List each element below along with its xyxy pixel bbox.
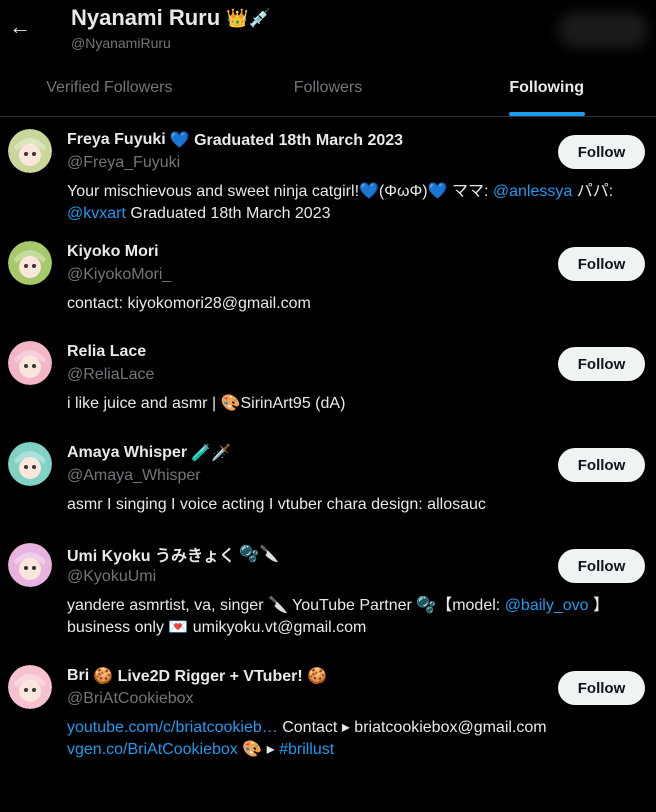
bio-text: Contact ▸ briatcookiebox@gmail.com xyxy=(277,719,547,736)
back-arrow-icon[interactable]: ← xyxy=(8,10,32,44)
follow-button[interactable]: Follow xyxy=(558,549,645,583)
bio-text: Graduated 18th March 2023 xyxy=(125,205,331,222)
follow-button[interactable]: Follow xyxy=(558,247,645,281)
bio-text: Your mischievous and sweet ninja catgirl… xyxy=(67,183,493,200)
user-display-name[interactable]: Relia Lace xyxy=(67,343,146,361)
avatar[interactable] xyxy=(8,341,52,385)
user-display-name[interactable]: Umi Kyoku うみきょく xyxy=(67,542,235,566)
follow-button[interactable]: Follow xyxy=(558,135,645,169)
user-handle[interactable]: @Amaya_Whisper xyxy=(67,464,640,488)
avatar[interactable] xyxy=(8,129,52,173)
follow-button[interactable]: Follow xyxy=(558,347,645,381)
user-row[interactable]: Bri 🍪 Live2D Rigger + VTuber! 🍪 @BriAtCook… xyxy=(0,653,656,793)
user-name-suffix: 🍪 Live2D Rigger + VTuber! 🍪 xyxy=(93,668,328,685)
page-title: Nyanami Ruru 👑💉 xyxy=(71,3,271,33)
bio-text: 🎨 ▸ xyxy=(237,741,280,758)
title-emoji: 👑💉 xyxy=(226,8,271,28)
user-name-suffix: 💙 Graduated 18th March 2023 xyxy=(169,132,404,149)
bio-link[interactable]: #brillust xyxy=(279,741,334,758)
profile-name: Nyanami Ruru xyxy=(71,5,221,30)
bio-link[interactable]: @baily_ovo xyxy=(505,597,589,614)
top-header: ← Nyanami Ruru 👑💉 @NyanamiRuru xyxy=(0,0,656,60)
user-name-line[interactable]: Bri 🍪 Live2D Rigger + VTuber! 🍪 xyxy=(67,665,640,687)
user-bio: contact: kiyokomori28@gmail.com xyxy=(67,293,640,315)
user-handle[interactable]: @BriAtCookiebox xyxy=(67,687,640,711)
user-display-name[interactable]: Bri xyxy=(67,667,89,685)
user-name-suffix: 🧪🗡️ xyxy=(191,445,231,462)
follow-button[interactable]: Follow xyxy=(558,671,645,705)
user-name-line[interactable]: Umi Kyoku うみきょく 🫧🔪 xyxy=(67,543,640,565)
bio-link[interactable]: vgen.co/BriAtCookiebox xyxy=(67,741,238,758)
tab-label: Followers xyxy=(293,79,363,96)
following-list: Freya Fuyuki 💙 Graduated 18th March 2023 @… xyxy=(0,117,656,793)
user-bio: asmr I singing I voice acting I vtuber c… xyxy=(67,494,640,516)
user-name-line[interactable]: Kiyoko Mori xyxy=(67,241,640,263)
user-handle[interactable]: @KyokuUmi xyxy=(67,565,640,589)
tab-verified-followers[interactable]: Verified Followers xyxy=(0,60,219,116)
user-handle[interactable]: @Freya_Fuyuki xyxy=(67,151,640,175)
avatar[interactable] xyxy=(8,665,52,709)
tab-bar: Verified Followers Followers Following xyxy=(0,60,656,117)
user-display-name[interactable]: Kiyoko Mori xyxy=(67,243,159,261)
user-row[interactable]: Amaya Whisper 🧪🗡️ @Amaya_Whisper asmr I sin… xyxy=(0,430,656,531)
user-row[interactable]: Relia Lace @ReliaLace i like juice and asm… xyxy=(0,329,656,430)
tab-label: Following xyxy=(509,79,584,96)
profile-handle: @NyanamiRuru xyxy=(71,35,171,51)
tab-followers[interactable]: Followers xyxy=(219,60,438,116)
tab-following[interactable]: Following xyxy=(437,60,656,116)
user-display-name[interactable]: Amaya Whisper xyxy=(67,444,187,462)
user-row[interactable]: Freya Fuyuki 💙 Graduated 18th March 2023 @… xyxy=(0,117,656,229)
follow-button[interactable]: Follow xyxy=(558,448,645,482)
bio-link[interactable]: @kvxart xyxy=(67,205,126,222)
user-handle[interactable]: @ReliaLace xyxy=(67,363,640,387)
avatar[interactable] xyxy=(8,442,52,486)
bio-text: パパ: xyxy=(572,183,614,200)
user-name-line[interactable]: Relia Lace xyxy=(67,341,640,363)
bio-link[interactable]: @anlessya xyxy=(493,183,572,200)
bio-link[interactable]: youtube.com/c/briatcookieb… xyxy=(67,719,278,736)
user-name-suffix: 🫧🔪 xyxy=(239,546,279,563)
bio-text: asmr I singing I voice acting I vtuber c… xyxy=(67,496,486,513)
tab-label: Verified Followers xyxy=(46,79,173,96)
user-name-line[interactable]: Freya Fuyuki 💙 Graduated 18th March 2023 xyxy=(67,129,640,151)
user-display-name[interactable]: Freya Fuyuki xyxy=(67,131,166,149)
user-bio: Your mischievous and sweet ninja catgirl… xyxy=(67,181,640,225)
bio-text: yandere asmrtist, va, singer 🔪 YouTube P… xyxy=(67,597,505,614)
user-bio: i like juice and asmr | 🎨SirinArt95 (dA) xyxy=(67,393,640,415)
avatar[interactable] xyxy=(8,241,52,285)
user-name-line[interactable]: Amaya Whisper 🧪🗡️ xyxy=(67,442,640,464)
profile-title-block: Nyanami Ruru 👑💉 @NyanamiRuru xyxy=(71,3,271,51)
bio-text: contact: kiyokomori28@gmail.com xyxy=(67,295,311,312)
user-bio: youtube.com/c/briatcookieb… Contact ▸ br… xyxy=(67,717,640,761)
bio-text: i like juice and asmr | 🎨SirinArt95 (dA) xyxy=(67,395,346,412)
active-tab-indicator xyxy=(508,112,585,116)
blurred-button[interactable] xyxy=(558,12,648,48)
user-bio: yandere asmrtist, va, singer 🔪 YouTube P… xyxy=(67,595,640,639)
user-row[interactable]: Kiyoko Mori @KiyokoMori_ contact: kiyokomo… xyxy=(0,229,656,329)
avatar[interactable] xyxy=(8,543,52,587)
user-handle[interactable]: @KiyokoMori_ xyxy=(67,263,640,287)
user-row[interactable]: Umi Kyoku うみきょく 🫧🔪 @KyokuUmi yandere asmrti… xyxy=(0,531,656,653)
